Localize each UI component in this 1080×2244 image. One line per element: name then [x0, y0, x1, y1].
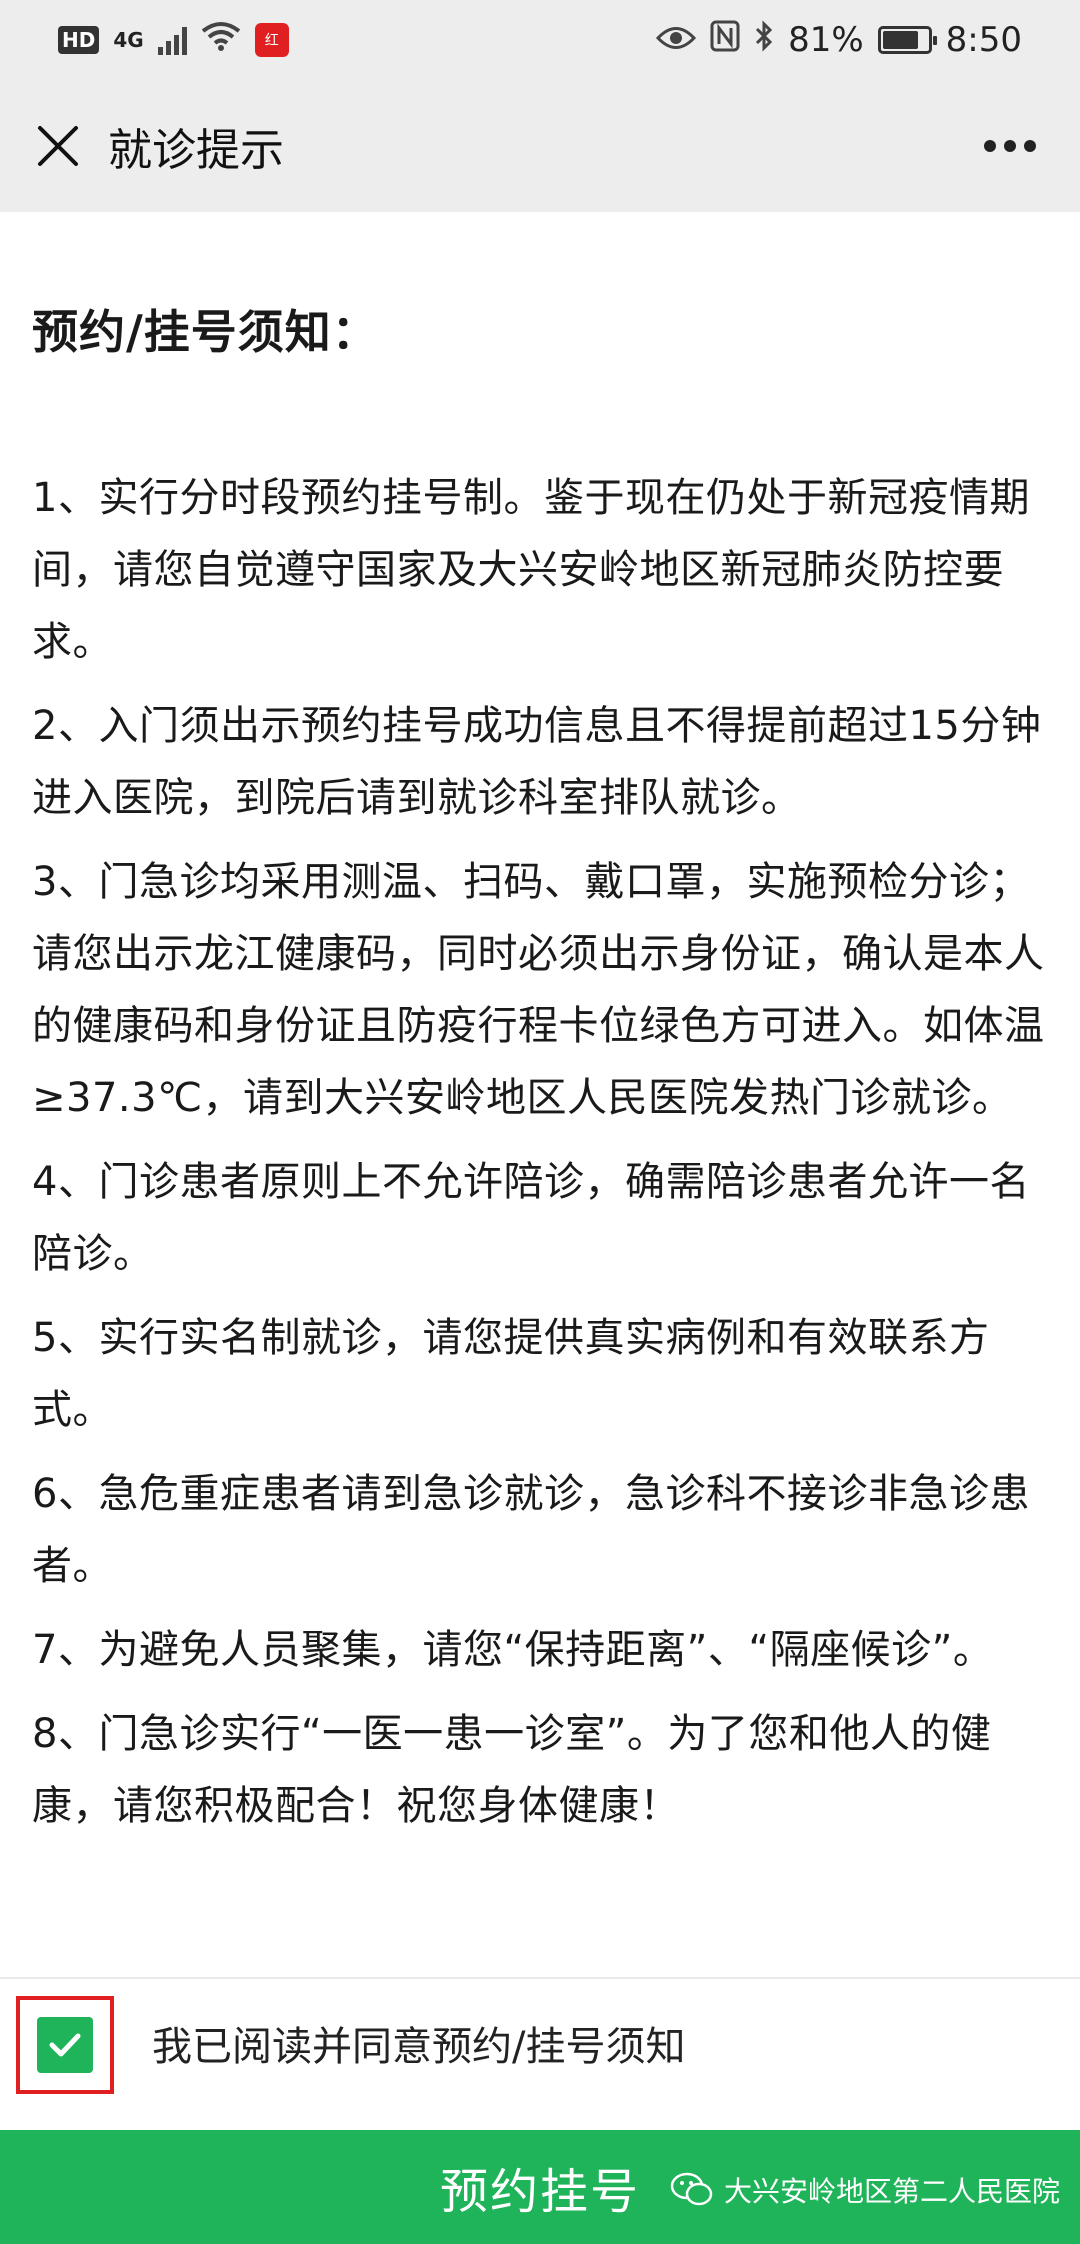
watermark-text: 大兴安岭地区第二人民医院	[724, 2175, 1061, 2208]
more-button[interactable]	[960, 96, 1060, 196]
wifi-icon	[201, 20, 241, 60]
notice-item: 4、门诊患者原则上不允许陪诊，确需陪诊患者允许一名陪诊。	[32, 1159, 1030, 1277]
notice-heading: 预约/挂号须知：	[32, 305, 379, 359]
notice-content: 预约/挂号须知： 1、实行分时段预约挂号制。鉴于现在仍处于新冠疫情期间，请您自觉…	[32, 212, 1052, 1854]
divider	[0, 1977, 1080, 1979]
clock: 8:50	[945, 20, 1022, 60]
wechat-icon	[670, 2172, 713, 2206]
app-notification-icon: 红	[254, 23, 289, 57]
book-button-label: 预约挂号	[439, 2166, 640, 2219]
nav-bar: 就诊提示	[0, 80, 1080, 212]
agreement-row: 我已阅读并同意预约/挂号须知	[0, 1980, 1080, 2100]
watermark: 大兴安岭地区第二人民医院	[670, 2170, 1060, 2210]
nfc-icon	[710, 20, 740, 61]
bluetooth-icon	[754, 19, 774, 61]
notice-list: 1、实行分时段预约挂号制。鉴于现在仍处于新冠疫情期间，请您自觉遵守国家及大兴安岭…	[32, 462, 1052, 1842]
notice-item: 3、门急诊均采用测温、扫码、戴口罩，实施预检分诊；请您出示龙江健康码，同时必须出…	[32, 859, 1045, 1121]
status-bar: HD 4G 红 81% 8:50	[0, 0, 1080, 80]
close-button[interactable]	[8, 96, 108, 196]
notice-item: 8、门急诊实行“一医一患一诊室”。为了您和他人的健康，请您积极配合！祝您身体健康…	[32, 1711, 992, 1829]
agreement-checkbox[interactable]	[37, 2017, 93, 2073]
notice-item: 2、入门须出示预约挂号成功信息且不得提前超过15分钟进入医院，到院后请到就诊科室…	[32, 703, 1042, 821]
status-bar-right: 81% 8:50	[655, 19, 1022, 61]
page-title: 就诊提示	[108, 125, 284, 176]
eye-icon	[655, 20, 697, 60]
notice-item: 6、急危重症患者请到急诊就诊，急诊科不接诊非急诊患者。	[32, 1471, 1030, 1589]
close-icon	[38, 126, 78, 166]
notice-item: 5、实行实名制就诊，请您提供真实病例和有效联系方式。	[32, 1315, 990, 1433]
more-icon	[984, 140, 1036, 152]
hd-badge: HD	[58, 26, 100, 54]
checkmark-icon	[49, 2033, 81, 2057]
notice-item: 7、为避免人员聚集，请您“保持距离”、“隔座候诊”。	[32, 1627, 994, 1673]
signal-icon	[157, 25, 187, 55]
battery-icon	[877, 26, 937, 54]
status-bar-left: HD 4G 红	[58, 20, 289, 60]
network-type: 4G	[113, 28, 144, 52]
battery-percent: 81%	[788, 20, 864, 60]
agreement-label[interactable]: 我已阅读并同意预约/挂号须知	[152, 2014, 685, 2072]
notice-item: 1、实行分时段预约挂号制。鉴于现在仍处于新冠疫情期间，请您自觉遵守国家及大兴安岭…	[32, 475, 1030, 665]
agreement-checkbox-highlight	[16, 1996, 114, 2094]
